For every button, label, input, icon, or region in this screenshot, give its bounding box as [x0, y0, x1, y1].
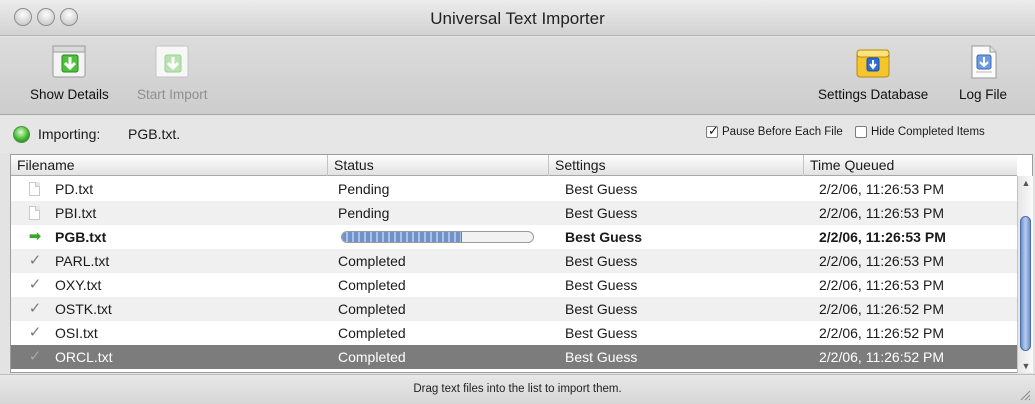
row-filename: PGB.txt — [55, 229, 107, 245]
row-settings: Best Guess — [565, 325, 638, 341]
window-title: Universal Text Importer — [430, 9, 605, 28]
pause-before-each-file-checkbox[interactable]: Pause Before Each File — [706, 123, 843, 139]
row-filename: OXY.txt — [55, 277, 102, 293]
drop-hint: Drag text files into the list to import … — [413, 383, 622, 395]
row-settings: Best Guess — [565, 277, 638, 293]
row-status: Completed — [338, 277, 406, 293]
table-row-selected[interactable]: ✓ ORCL.txt Completed Best Guess 2/2/06, … — [11, 345, 1017, 369]
log-file-label: Log File — [959, 87, 1008, 102]
import-queue-table[interactable]: Filename Status Settings Time Queued PD.… — [10, 154, 1033, 373]
app-window: Universal Text Importer Show Details Sta… — [0, 0, 1035, 404]
row-time-queued: 2/2/06, 11:26:52 PM — [819, 325, 945, 341]
settings-database-button[interactable]: Settings Database — [818, 43, 928, 102]
column-header-time-queued[interactable]: Time Queued — [804, 155, 1017, 176]
document-icon — [29, 182, 40, 196]
resize-grip-icon[interactable] — [1019, 389, 1031, 401]
checkmark-icon: ✓ — [28, 348, 42, 365]
status-strip: Importing: PGB.txt. Pause Before Each Fi… — [0, 116, 1035, 153]
row-time-queued: 2/2/06, 11:26:53 PM — [819, 205, 945, 221]
checkmark-icon: ✓ — [28, 276, 42, 293]
title-bar[interactable]: Universal Text Importer — [0, 0, 1035, 36]
vertical-scrollbar[interactable]: ▲ ▼ — [1017, 176, 1033, 373]
checkmark-icon: ✓ — [28, 300, 42, 317]
hide-checkbox-box[interactable] — [855, 126, 867, 138]
scroll-down-arrow-icon[interactable]: ▼ — [1018, 359, 1034, 373]
row-filename: PD.txt — [55, 181, 94, 197]
pause-checkbox-box[interactable] — [706, 123, 719, 139]
row-filename: PARL.txt — [55, 253, 110, 269]
row-filename: OSTK.txt — [55, 301, 112, 317]
row-filename: OSI.txt — [55, 325, 98, 341]
table-row[interactable]: ✓ PARL.txt Completed Best Guess 2/2/06, … — [11, 249, 1017, 273]
row-settings: Best Guess — [565, 349, 638, 365]
row-filename: PBI.txt — [55, 205, 97, 221]
checkmark-icon: ✓ — [28, 324, 42, 341]
log-file-icon — [964, 43, 1002, 81]
column-header-filename[interactable]: Filename — [11, 155, 328, 176]
table-row[interactable]: PD.txt Pending Best Guess 2/2/06, 11:26:… — [11, 177, 1017, 201]
settings-database-label: Settings Database — [818, 87, 929, 102]
scroll-up-arrow-icon[interactable]: ▲ — [1018, 176, 1034, 190]
row-settings: Best Guess — [565, 301, 638, 317]
row-status: Pending — [338, 181, 390, 197]
table-header: Filename Status Settings Time Queued — [11, 155, 1017, 176]
row-settings: Best Guess — [565, 181, 638, 197]
bottom-bar: Drag text files into the list to import … — [0, 374, 1035, 404]
start-import-label: Start Import — [137, 87, 208, 102]
document-icon — [29, 206, 40, 220]
row-time-queued: 2/2/06, 11:26:53 PM — [819, 277, 945, 293]
start-import-button[interactable]: Start Import — [137, 43, 208, 102]
row-status: Completed — [338, 253, 406, 269]
show-details-button[interactable]: Show Details — [30, 43, 109, 102]
status-label: Importing: — [38, 126, 101, 142]
row-time-queued: 2/2/06, 11:26:52 PM — [819, 349, 945, 365]
row-settings: Best Guess — [565, 229, 643, 245]
table-row[interactable]: ➡ PGB.txt Best Guess 2/2/06, 11:26:53 PM — [11, 225, 1017, 249]
row-status: Completed — [338, 301, 406, 317]
log-file-button[interactable]: Log File — [959, 43, 1007, 102]
start-import-icon — [153, 43, 191, 81]
settings-database-icon — [854, 43, 892, 81]
hide-checkbox-label: Hide Completed Items — [871, 126, 985, 138]
row-settings: Best Guess — [565, 253, 638, 269]
column-header-status[interactable]: Status — [328, 155, 549, 176]
import-progress-bar — [341, 231, 534, 243]
row-status: Completed — [338, 349, 406, 365]
row-settings: Best Guess — [565, 205, 638, 221]
hide-completed-items-checkbox[interactable]: Hide Completed Items — [855, 126, 985, 138]
row-filename: ORCL.txt — [55, 349, 113, 365]
row-status: Completed — [338, 325, 406, 341]
toolbar: Show Details Start Import Settings Datab… — [0, 37, 1035, 115]
row-time-queued: 2/2/06, 11:26:53 PM — [819, 253, 945, 269]
table-row[interactable]: ✓ OSI.txt Completed Best Guess 2/2/06, 1… — [11, 321, 1017, 345]
show-details-icon — [50, 43, 88, 81]
row-time-queued: 2/2/06, 11:26:52 PM — [819, 301, 945, 317]
table-row[interactable]: ✓ OSTK.txt Completed Best Guess 2/2/06, … — [11, 297, 1017, 321]
scroll-thumb[interactable] — [1020, 216, 1031, 351]
row-status: Pending — [338, 205, 390, 221]
row-time-queued: 2/2/06, 11:26:53 PM — [819, 181, 945, 197]
pause-checkbox-label: Pause Before Each File — [722, 126, 843, 138]
status-current-file: PGB.txt. — [128, 126, 181, 142]
status-led-icon — [13, 126, 30, 143]
show-details-label: Show Details — [30, 87, 109, 102]
checkmark-icon: ✓ — [28, 252, 42, 269]
progress-fill — [342, 232, 463, 242]
column-header-settings[interactable]: Settings — [549, 155, 804, 176]
row-time-queued: 2/2/06, 11:26:53 PM — [819, 229, 946, 245]
table-row[interactable]: ✓ OXY.txt Completed Best Guess 2/2/06, 1… — [11, 273, 1017, 297]
table-row[interactable]: PBI.txt Pending Best Guess 2/2/06, 11:26… — [11, 201, 1017, 225]
arrow-right-icon: ➡ — [28, 228, 42, 245]
